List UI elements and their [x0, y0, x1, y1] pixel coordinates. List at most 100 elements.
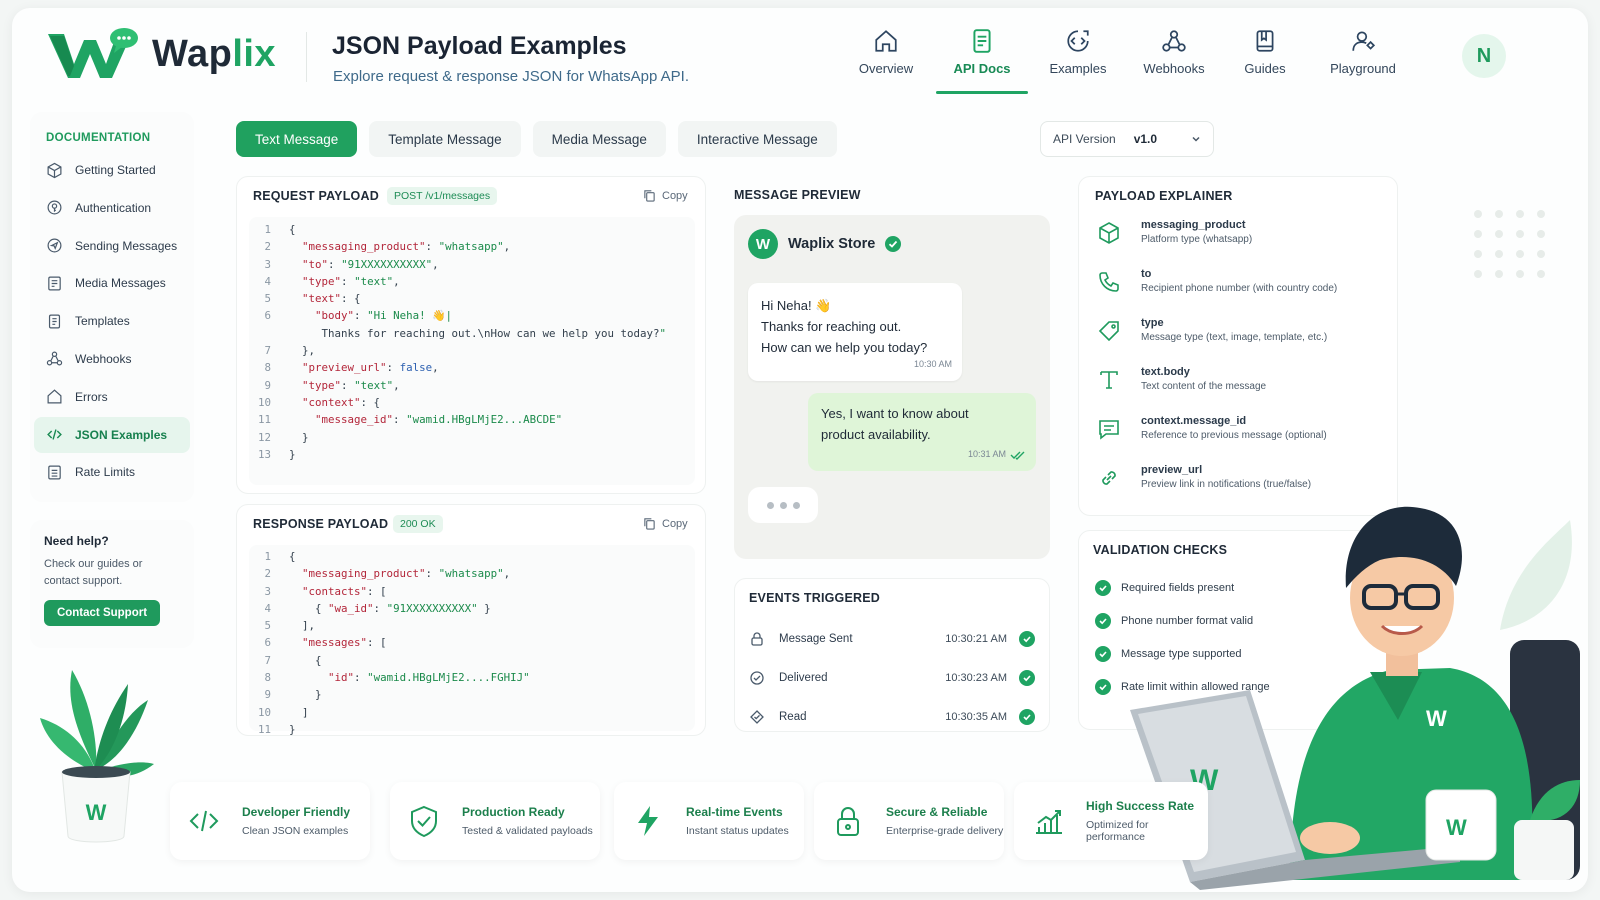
request-copy-button[interactable]: Copy	[643, 189, 688, 202]
home-icon	[47, 389, 62, 404]
feature-developer-friendly: Developer Friendly Clean JSON examples	[170, 782, 370, 860]
brand-logo[interactable]: Waplix	[44, 26, 276, 82]
outgoing-message-bubble: Yes, I want to know about product availa…	[808, 393, 1036, 471]
tab-text-message[interactable]: Text Message	[236, 121, 358, 157]
chart-icon	[1036, 810, 1062, 834]
request-code-block[interactable]: 1{2 "messaging_product": "whatsapp", 3 "t…	[249, 217, 695, 485]
chat-preview: W Waplix Store Hi Neha! 👋 Thanks for rea…	[734, 215, 1050, 559]
code-text: "messages": [	[302, 636, 387, 650]
explainer-title: PAYLOAD EXPLAINER	[1095, 189, 1233, 203]
sidebar-item-getting-started[interactable]: Getting Started	[34, 152, 190, 188]
line-number: 12	[257, 430, 271, 444]
preview-title: MESSAGE PREVIEW	[734, 188, 861, 202]
feature-production-ready: Production Ready Tested & validated paylo…	[390, 782, 600, 860]
explainer-item: context.message_id Reference to previous …	[1097, 415, 1389, 464]
code-icon	[189, 810, 219, 832]
nav-label: Webhooks	[1143, 61, 1205, 76]
top-navigation: Overview API Docs Examples Webhooks Guid…	[838, 28, 1418, 94]
response-copy-button[interactable]: Copy	[643, 517, 688, 530]
events-list: Message Sent 10:30:21 AM Delivered 10:30…	[749, 619, 1035, 736]
sidebar-list: Getting Started Authentication Sending M…	[34, 152, 190, 492]
feature-title: Developer Friendly	[242, 805, 351, 819]
feature-sub: Optimized for performance	[1086, 819, 1149, 843]
feature-title: Production Ready	[462, 805, 565, 819]
text-icon	[1100, 371, 1118, 389]
nav-api-docs[interactable]: API Docs	[934, 28, 1030, 94]
code-text: "message_id": "wamid.HBgLMjE2...ABCDE"	[315, 413, 563, 427]
svg-text:W: W	[86, 800, 107, 825]
tab-template-message[interactable]: Template Message	[369, 121, 521, 157]
copy-label: Copy	[662, 189, 688, 202]
outgoing-time-row: 10:31 AM	[968, 444, 1026, 465]
sidebar-item-authentication[interactable]: Authentication	[34, 190, 190, 226]
request-title: REQUEST PAYLOAD	[253, 189, 379, 203]
user-avatar[interactable]: N	[1462, 34, 1506, 78]
phone-icon	[1099, 272, 1119, 292]
lock-icon	[837, 807, 859, 836]
code-line: 3 "contacts": [	[249, 585, 695, 602]
outgoing-time: 10:31 AM	[967, 449, 1006, 459]
code-text: {	[289, 223, 296, 236]
line-number: 6	[264, 636, 271, 650]
book-icon	[1256, 30, 1274, 52]
nav-label: Guides	[1244, 61, 1286, 76]
chevron-down-icon	[1192, 136, 1200, 142]
explainer-key: context.message_id	[1141, 415, 1247, 427]
outgoing-line: product availability.	[821, 427, 931, 442]
sidebar-item-sending-messages[interactable]: Sending Messages	[34, 228, 190, 264]
feature-sub: Clean JSON examples	[242, 825, 349, 837]
sidebar-item-label: Errors	[75, 389, 108, 404]
line-number: 1	[264, 550, 271, 563]
code-text: "contacts": [	[302, 584, 387, 598]
code-text: Thanks for reaching out.\nHow can we hel…	[289, 326, 667, 340]
tag-icon	[1098, 321, 1119, 342]
code-line: 8 "preview_url": false,	[249, 361, 695, 378]
line-number: 10	[257, 705, 271, 719]
code-line: 9 "type": "text",	[249, 379, 695, 396]
code-line: 6 "body": "Hi Neha! 👋|	[249, 309, 695, 326]
code-line: 8 "id": "wamid.HBgLMjE2....FGHIJ"	[249, 671, 695, 688]
tab-interactive-message[interactable]: Interactive Message	[677, 121, 837, 157]
page-subtitle: Explore request & response JSON for What…	[333, 68, 690, 85]
page-title: JSON Payload Examples	[332, 32, 627, 60]
tab-media-message[interactable]: Media Message	[532, 121, 666, 157]
nav-guides[interactable]: Guides	[1222, 28, 1308, 94]
code-text: "context": {	[302, 395, 381, 409]
line-number: 6	[264, 309, 271, 323]
contact-support-button[interactable]: Contact Support	[44, 600, 160, 626]
sidebar-item-rate-limits[interactable]: Rate Limits	[34, 454, 190, 490]
response-code-block[interactable]: 1{2 "messaging_product": "whatsapp", 3 "c…	[249, 545, 695, 736]
event-row: Delivered 10:30:23 AM	[749, 658, 1035, 697]
svg-text:W: W	[1426, 706, 1447, 731]
sidebar-item-webhooks[interactable]: Webhooks	[34, 341, 190, 377]
help-card: Need help? Check our guides or contact s…	[30, 520, 194, 648]
code-text: }	[289, 722, 296, 736]
nav-examples[interactable]: Examples	[1030, 28, 1126, 94]
explainer-list: messaging_product Platform type (whatsapp…	[1097, 219, 1389, 513]
sidebar-item-label: Sending Messages	[75, 238, 178, 253]
code-text: {	[289, 550, 296, 563]
nav-webhooks[interactable]: Webhooks	[1126, 28, 1222, 94]
nav-overview[interactable]: Overview	[838, 28, 934, 94]
line-number	[249, 327, 271, 344]
line-number: 8	[264, 361, 271, 375]
explainer-key: text.body	[1141, 366, 1190, 378]
delivered-icon	[750, 670, 764, 685]
feature-sub: Instant status updates	[686, 825, 789, 837]
sidebar-item-media-messages[interactable]: Media Messages	[34, 265, 190, 301]
sidebar-item-errors[interactable]: Errors	[34, 379, 190, 415]
sidebar-item-json-examples[interactable]: JSON Examples	[34, 416, 190, 453]
nav-playground[interactable]: Playground	[1308, 28, 1418, 94]
brand-name: Waplix	[152, 32, 277, 75]
sidebar-item-label: Rate Limits	[75, 465, 136, 480]
api-version-select[interactable]: API Version v1.0	[1040, 121, 1214, 157]
sidebar-item-templates[interactable]: Templates	[34, 303, 190, 339]
line-number: 8	[264, 671, 271, 685]
incoming-line: Hi Neha! 👋	[761, 298, 832, 313]
line-number: 2	[264, 567, 271, 581]
code-line: 10 "context": {	[249, 396, 695, 413]
code-text: {	[289, 653, 322, 667]
event-name: Read	[779, 710, 807, 723]
code-line: 10 ]	[249, 706, 695, 723]
nav-label: Playground	[1330, 61, 1396, 76]
